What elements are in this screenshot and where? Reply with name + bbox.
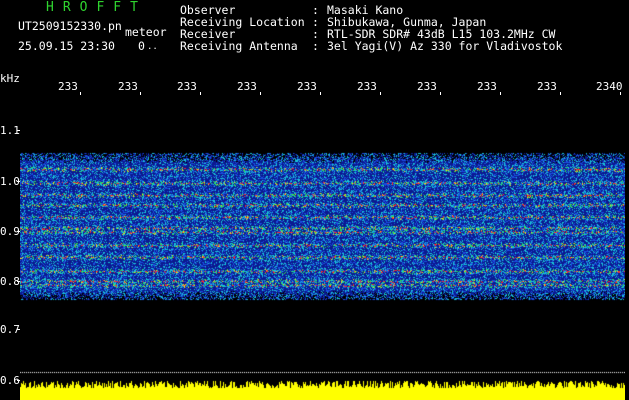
x-tick-label: 233 (537, 80, 557, 93)
x-tick-label: 233 (417, 80, 437, 93)
y-unit-label: kHz (0, 72, 20, 85)
filename: UT2509152330.pn (18, 19, 122, 33)
x-tick-label: 233 (297, 80, 317, 93)
x-tick-label: 233 (177, 80, 197, 93)
count: 0 (138, 39, 145, 53)
x-tick-label: 233 (58, 80, 78, 93)
antenna-value: 3el Yagi(V) Az 330 for Vladivostok (327, 39, 563, 53)
app-title: HROFFT (46, 0, 147, 15)
mode-label: meteor (125, 25, 167, 39)
x-tick-label: 233 (118, 80, 138, 93)
datetime: 25.09.15 23:30 (18, 39, 115, 53)
spectrogram-canvas (20, 95, 625, 400)
x-tick-label: 233 (477, 80, 497, 93)
antenna-label: Receiving Antenna (180, 39, 298, 53)
count-dots: .. (147, 42, 158, 52)
separator: : (312, 39, 319, 53)
x-tick-label: 233 (357, 80, 377, 93)
x-tick-label: 233 (237, 80, 257, 93)
x-tick-label: 2340 (596, 80, 623, 93)
